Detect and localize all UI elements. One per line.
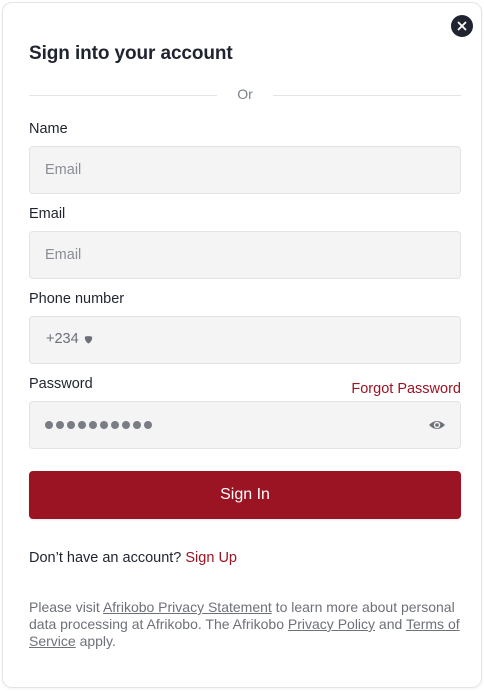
divider-text: Or: [237, 86, 253, 102]
password-label: Password: [29, 376, 93, 392]
chevron-down-icon: [84, 335, 92, 344]
signup-prompt-row: Don’t have an account? Sign Up: [29, 550, 237, 566]
modal-title: Sign into your account: [29, 43, 233, 64]
email-input[interactable]: [30, 232, 460, 278]
privacy-statement-link[interactable]: Afrikobo Privacy Statement: [103, 599, 272, 615]
sign-in-modal: Sign into your account Or Name Email Pho…: [2, 2, 482, 688]
name-label: Name: [29, 121, 68, 137]
legal-text-1: Please visit: [29, 599, 103, 615]
name-field-wrapper: [29, 146, 461, 194]
sign-up-link[interactable]: Sign Up: [185, 550, 237, 566]
email-field-wrapper: [29, 231, 461, 279]
or-divider: Or: [29, 85, 461, 105]
privacy-policy-link[interactable]: Privacy Policy: [288, 616, 375, 632]
close-button[interactable]: [451, 15, 473, 37]
phone-label: Phone number: [29, 291, 125, 307]
sign-in-button[interactable]: Sign In: [29, 471, 461, 519]
country-code: +234: [46, 331, 79, 347]
email-label: Email: [29, 206, 66, 222]
password-field-wrapper[interactable]: [29, 401, 461, 449]
phone-input[interactable]: [100, 317, 460, 363]
eye-icon[interactable]: [428, 417, 446, 433]
phone-field-wrapper: +234: [29, 316, 461, 364]
legal-text-4: apply.: [75, 633, 116, 649]
password-masked-value: [45, 417, 152, 433]
close-icon: [457, 21, 467, 31]
name-input[interactable]: [30, 147, 460, 193]
forgot-password-link[interactable]: Forgot Password: [333, 381, 461, 397]
signup-prompt: Don’t have an account?: [29, 550, 182, 566]
legal-text-3: and: [375, 616, 406, 632]
divider-line-right: [273, 95, 461, 96]
legal-notice: Please visit Afrikobo Privacy Statement …: [29, 599, 461, 650]
divider-line-left: [29, 95, 217, 96]
country-code-selector[interactable]: +234: [46, 331, 93, 347]
